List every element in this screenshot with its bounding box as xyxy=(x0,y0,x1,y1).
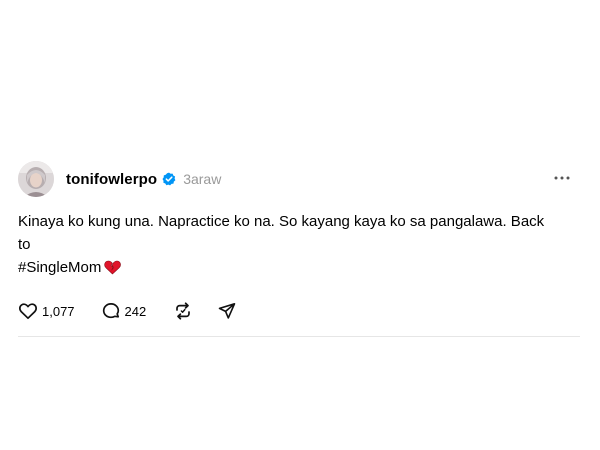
post-text-line-1: Kinaya ko kung una. Napractice ko na. So… xyxy=(18,213,545,253)
reply-count: 242 xyxy=(124,303,147,319)
verified-badge-icon xyxy=(162,172,176,186)
avatar[interactable] xyxy=(18,161,54,197)
like-button[interactable]: 1,077 xyxy=(18,301,75,321)
thread-post: tonifowlerpo 3araw Kinaya ko kung una. N… xyxy=(18,156,580,337)
like-count: 1,077 xyxy=(42,303,75,319)
repost-icon xyxy=(176,302,191,320)
post-header: tonifowlerpo 3araw xyxy=(18,156,580,202)
username[interactable]: tonifowlerpo xyxy=(66,171,157,188)
comment-icon xyxy=(102,303,119,319)
share-button[interactable] xyxy=(217,301,237,321)
send-icon xyxy=(218,303,236,319)
post-divider xyxy=(18,336,580,337)
post-body: Kinaya ko kung una. Napractice ko na. So… xyxy=(18,210,558,282)
repost-button[interactable] xyxy=(173,301,193,321)
post-timestamp: 3araw xyxy=(183,171,222,187)
more-options-icon[interactable] xyxy=(552,170,572,186)
hashtag-link[interactable]: #SingleMom xyxy=(18,259,101,276)
broken-heart-emoji-icon xyxy=(104,259,122,282)
post-actions: 1,077 242 xyxy=(18,299,580,323)
reply-button[interactable]: 242 xyxy=(101,301,147,321)
heart-icon xyxy=(19,303,37,320)
